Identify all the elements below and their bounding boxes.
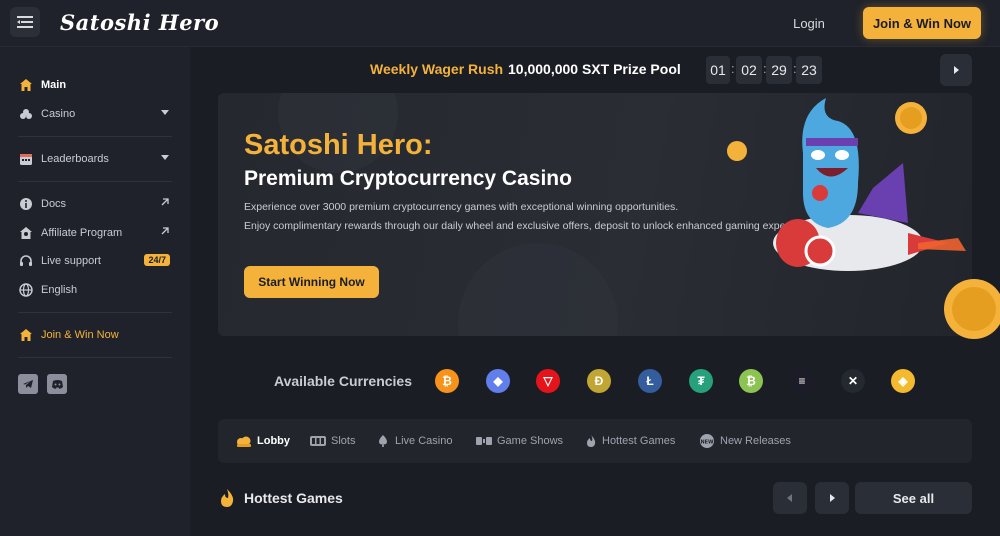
tab-label: Hottest Games xyxy=(602,435,676,447)
tab-hottest-games[interactable]: Hottest Games xyxy=(585,433,675,449)
chevron-left-icon xyxy=(787,494,792,502)
sidebar-item-casino[interactable]: Casino xyxy=(18,103,178,125)
timer-minutes: 29 xyxy=(766,56,792,84)
hero-background-shape xyxy=(458,243,618,336)
ethereum-icon: ◆ xyxy=(486,369,510,393)
hero-banner: Satoshi Hero: Premium Cryptocurrency Cas… xyxy=(218,93,972,336)
hero-description: Experience over 3000 premium cryptocurre… xyxy=(244,201,679,213)
currencies-label: Available Currencies xyxy=(274,373,412,389)
sidebar-item-label: Leaderboards xyxy=(41,153,109,165)
litecoin-icon: Ł xyxy=(638,369,662,393)
tab-lobby[interactable]: Lobby xyxy=(236,433,290,449)
hero-title: Satoshi Hero: xyxy=(244,129,433,161)
discord-icon[interactable] xyxy=(47,374,67,394)
join-button[interactable]: Join & Win Now xyxy=(863,7,981,39)
sidebar-item-label: Main xyxy=(41,79,67,91)
sidebar-item-label: Live support xyxy=(41,255,101,267)
sidebar-divider xyxy=(18,312,172,313)
wager-prize: 10,000,000 SXT Prize Pool xyxy=(508,61,681,77)
external-link-icon xyxy=(160,197,170,210)
category-tabs: Lobby Slots Live Casino Game Shows Hotte… xyxy=(218,419,972,463)
telegram-icon[interactable] xyxy=(18,374,38,394)
dogecoin-icon: Ð xyxy=(587,369,611,393)
coin-decoration xyxy=(895,102,927,134)
sidebar-divider xyxy=(18,357,172,358)
flame-icon xyxy=(221,489,234,507)
tab-label: Game Shows xyxy=(497,435,564,447)
solana-icon: ≡ xyxy=(790,369,814,393)
chevron-right-icon xyxy=(954,66,959,74)
sidebar-item-live-support[interactable]: Live support 24/7 xyxy=(18,250,178,272)
coin-decoration xyxy=(944,279,1000,339)
sidebar-item-label: Docs xyxy=(41,198,67,210)
sidebar-item-label: English xyxy=(41,284,78,296)
sidebar-item-affiliate-program[interactable]: Affiliate Program xyxy=(18,222,178,244)
cards-icon xyxy=(18,106,34,122)
sidebar-item-label: Casino xyxy=(41,108,76,120)
info-icon xyxy=(18,196,34,212)
sidebar-item-docs[interactable]: Docs xyxy=(18,193,178,215)
external-link-icon xyxy=(160,226,170,239)
tether-icon: ₮ xyxy=(689,369,713,393)
timer-hours: 02 xyxy=(736,56,762,84)
bitcoin-icon: ₿ xyxy=(435,369,459,393)
tab-game-shows[interactable]: Game Shows xyxy=(476,433,563,449)
hero-subtitle: Premium Cryptocurrency Casino xyxy=(244,167,572,190)
sidebar-item-join[interactable]: Join & Win Now xyxy=(18,324,178,346)
timer-days: 01 xyxy=(706,56,730,84)
sidebar-divider xyxy=(18,136,172,137)
bnb-icon: ◈ xyxy=(891,369,915,393)
see-all-button[interactable]: See all xyxy=(855,482,972,514)
timer-separator: : xyxy=(731,61,735,76)
bitcoin-cash-icon: ₿ xyxy=(739,369,763,393)
start-winning-button[interactable]: Start Winning Now xyxy=(244,266,379,298)
wager-title: Weekly Wager Rush xyxy=(370,61,504,77)
tab-label: Live Casino xyxy=(395,435,453,447)
top-bar: Satoshi Hero Login Join & Win Now xyxy=(0,0,1000,47)
scroll-next-button[interactable] xyxy=(815,482,849,514)
chevron-right-icon xyxy=(830,494,835,502)
sidebar-item-leaderboards[interactable]: Leaderboards xyxy=(18,148,178,170)
new-icon: NEW xyxy=(699,433,715,449)
mascot-rocket-illustration xyxy=(727,98,966,271)
tab-new-releases[interactable]: NEW New Releases xyxy=(699,433,791,449)
chevron-down-icon xyxy=(160,107,170,120)
game-shows-icon xyxy=(476,436,492,446)
tab-label: Slots xyxy=(331,435,356,447)
menu-toggle-button[interactable] xyxy=(10,7,40,37)
flame-icon xyxy=(585,434,597,448)
sidebar-item-label: Affiliate Program xyxy=(41,227,123,239)
sidebar-item-main[interactable]: Main xyxy=(18,74,178,96)
home-icon xyxy=(18,77,34,93)
scroll-prev-button[interactable] xyxy=(773,482,807,514)
sidebar-item-language[interactable]: English xyxy=(18,279,178,301)
slots-icon xyxy=(310,435,326,447)
home-icon xyxy=(18,327,34,343)
tab-label: New Releases xyxy=(720,435,791,447)
site-logo[interactable]: Satoshi Hero xyxy=(60,10,219,35)
tron-icon: ▽ xyxy=(536,369,560,393)
headset-icon xyxy=(18,253,34,269)
lobby-icon xyxy=(236,435,252,448)
timer-seconds: 23 xyxy=(796,56,822,84)
sidebar: Main Casino Leaderboards Docs Affiliate … xyxy=(0,47,190,536)
affiliate-icon xyxy=(18,225,34,241)
tab-label: Lobby xyxy=(257,435,290,447)
banner-next-button[interactable] xyxy=(940,54,972,86)
login-button[interactable]: Login xyxy=(778,10,840,36)
svg-text:NEW: NEW xyxy=(700,440,714,446)
sidebar-divider xyxy=(18,181,172,182)
xrp-icon: ✕ xyxy=(841,369,865,393)
menu-icon xyxy=(17,16,33,28)
sidebar-item-label: Join & Win Now xyxy=(41,329,119,341)
calendar-icon xyxy=(18,151,34,167)
chevron-down-icon xyxy=(160,152,170,165)
spade-icon xyxy=(376,434,390,448)
tab-live-casino[interactable]: Live Casino xyxy=(376,433,452,449)
tab-slots[interactable]: Slots xyxy=(310,433,355,449)
availability-badge: 24/7 xyxy=(144,254,170,266)
section-title: Hottest Games xyxy=(244,490,343,506)
globe-icon xyxy=(18,282,34,298)
